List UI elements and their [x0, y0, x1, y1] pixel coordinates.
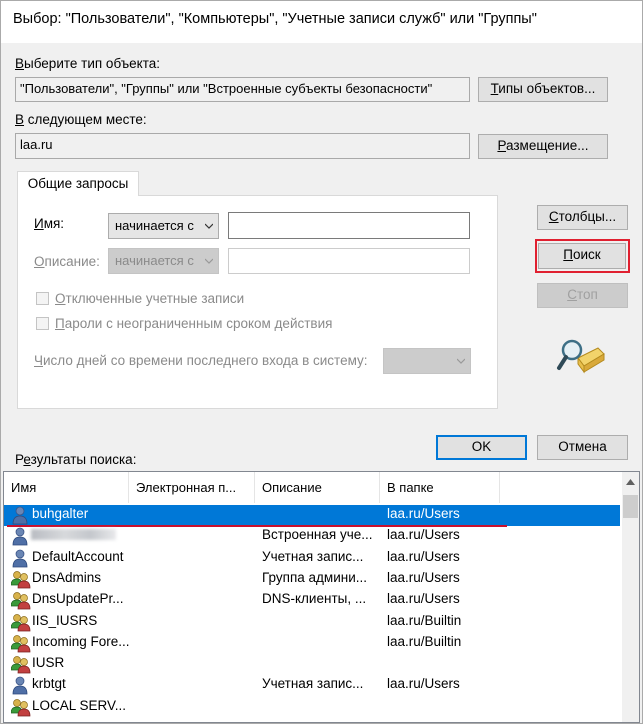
cell-name: IIS_IUSRS — [32, 612, 98, 628]
stop-button[interactable]: Стоп — [537, 283, 628, 308]
group-icon — [10, 613, 31, 632]
object-type-label: Выберите тип объекта: — [15, 56, 161, 71]
cancel-button[interactable]: Отмена — [537, 435, 628, 460]
chevron-down-icon — [205, 258, 213, 264]
description-input[interactable] — [228, 248, 470, 274]
cell-name: IUSR — [32, 655, 65, 671]
table-row[interactable]: LOCAL SERV... — [4, 697, 620, 718]
select-users-dialog: Выбор: "Пользователи", "Компьютеры", "Уч… — [0, 0, 643, 724]
nonexpiring-passwords-checkbox[interactable] — [36, 317, 49, 330]
object-types-button[interactable]: Типы объектов... — [478, 77, 608, 102]
cell-folder: laa.ru/Builtin — [387, 612, 462, 628]
group-icon — [10, 655, 31, 674]
disabled-accounts-checkbox[interactable] — [36, 292, 49, 305]
search-magnifier-icon — [557, 339, 605, 374]
cell-name: DnsAdmins — [32, 569, 102, 585]
days-since-login-select[interactable] — [383, 348, 471, 374]
results-label: Результаты поиска: — [15, 452, 137, 467]
locations-button[interactable]: Размещение... — [478, 134, 608, 159]
nonexpiring-passwords-label: Пароли с неограниченным сроком действия — [55, 316, 333, 331]
user-icon — [11, 549, 31, 568]
group-icon — [10, 591, 31, 610]
description-mode-value: начинается с — [115, 253, 194, 268]
scroll-up-icon[interactable] — [626, 479, 635, 485]
cell-name: DnsUpdatePr... — [32, 591, 124, 607]
cell-description: DNS-клиенты, ... — [262, 591, 367, 607]
chevron-down-icon — [205, 223, 213, 229]
cell-name: buhgalter — [32, 506, 89, 521]
name-mode-select[interactable]: начинается с — [108, 213, 219, 239]
group-icon — [10, 698, 31, 717]
location-field: laa.ru — [15, 133, 470, 159]
dialog-title: Выбор: "Пользователи", "Компьютеры", "Уч… — [13, 11, 537, 27]
column-header-folder[interactable]: В папке — [380, 472, 500, 503]
disabled-accounts-label: Отключенные учетные записи — [55, 291, 245, 306]
table-row[interactable]: buhgalter laa.ru/Users — [4, 505, 620, 526]
search-highlight-frame — [535, 239, 630, 273]
cell-folder: laa.ru/Users — [387, 569, 460, 585]
cell-folder: laa.ru/Users — [387, 591, 460, 607]
table-row[interactable]: IIS_IUSRS laa.ru/Builtin — [4, 612, 620, 633]
cell-folder: laa.ru/Builtin — [387, 633, 462, 649]
selected-row-underline — [7, 525, 507, 527]
table-row[interactable]: Incoming Fore... laa.ru/Builtin — [4, 633, 620, 654]
cell-name: DefaultAccount — [32, 548, 124, 564]
table-row[interactable]: DefaultAccount Учетная запис... laa.ru/Use… — [4, 548, 620, 569]
table-row[interactable]: DnsAdmins Группа админи... laa.ru/Users — [4, 569, 620, 590]
cell-folder: laa.ru/Users — [387, 548, 460, 564]
days-since-login-label: Число дней со времени последнего входа в… — [34, 353, 368, 368]
user-icon — [11, 506, 31, 525]
table-row[interactable]: krbtgt Учетная запис... laa.ru/Users — [4, 675, 620, 696]
object-type-field: "Пользователи", "Группы" или "Встроенные… — [15, 77, 470, 102]
location-label: В следующем месте: — [15, 112, 147, 127]
cell-name: LOCAL SERV... — [32, 697, 127, 713]
columns-button[interactable]: Столбцы... — [537, 205, 628, 230]
cell-name: krbtgt — [32, 676, 66, 692]
column-header-description[interactable]: Описание — [255, 472, 380, 503]
cell-description: Учетная запис... — [262, 548, 364, 564]
description-label: Описание: — [34, 254, 100, 269]
redacted-name — [31, 529, 116, 540]
group-icon — [10, 570, 31, 589]
chevron-down-icon — [457, 358, 465, 364]
scrollbar-thumb[interactable] — [623, 495, 638, 518]
search-results-list[interactable]: Имя Электронная п... Описание В папке bu… — [3, 471, 640, 723]
tab-common-queries[interactable]: Общие запросы — [17, 171, 139, 196]
title-bar[interactable]: Выбор: "Пользователи", "Компьютеры", "Уч… — [1, 1, 642, 43]
group-icon — [10, 634, 31, 653]
results-scrollbar[interactable] — [622, 472, 639, 722]
cell-folder: laa.ru/Users — [387, 506, 460, 521]
name-label: Имя: — [34, 216, 65, 231]
column-header-email[interactable]: Электронная п... — [129, 472, 255, 503]
table-row[interactable]: DnsUpdatePr... DNS-клиенты, ... laa.ru/Use… — [4, 590, 620, 611]
cell-description: Встроенная уче... — [262, 527, 373, 543]
column-header-name[interactable]: Имя — [4, 472, 129, 503]
description-mode-select[interactable]: начинается с — [108, 248, 219, 274]
cell-folder: laa.ru/Users — [387, 676, 460, 692]
cell-description: Учетная запис... — [262, 676, 364, 692]
ok-button[interactable]: OK — [436, 435, 527, 460]
cell-description: Группа админи... — [262, 569, 367, 585]
cell-folder: laa.ru/Users — [387, 527, 460, 543]
name-input[interactable] — [228, 212, 470, 239]
user-icon — [11, 676, 31, 695]
table-row[interactable]: IUSR — [4, 654, 620, 675]
cell-name: Incoming Fore... — [32, 633, 129, 649]
name-mode-value: начинается с — [115, 218, 194, 233]
user-icon — [11, 527, 31, 546]
